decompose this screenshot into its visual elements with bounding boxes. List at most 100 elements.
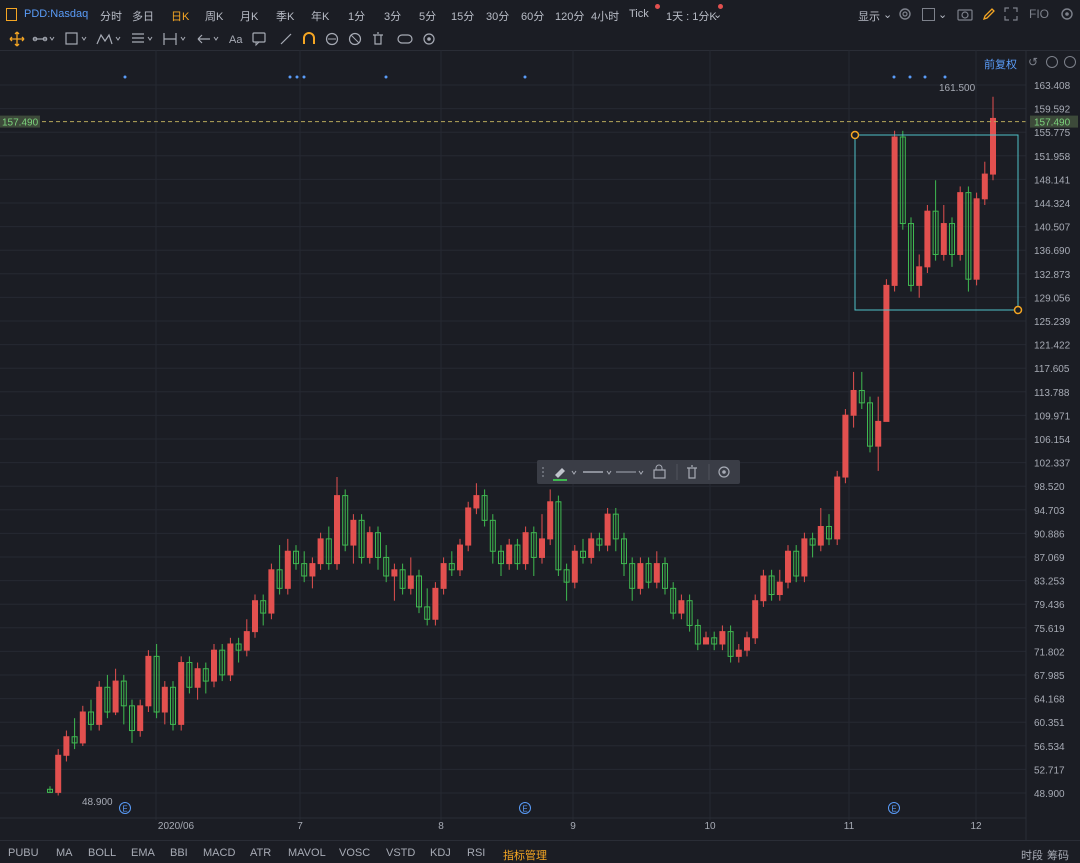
candle [506,538,513,570]
indicator-tab[interactable]: BOLL [88,847,116,859]
price-tick-label: 151.958 [1034,152,1071,163]
chevron-down-icon[interactable]: ⌄ [713,8,722,21]
lock-drawings-icon[interactable] [348,32,362,46]
reset-icon[interactable]: ↺ [1028,55,1038,69]
tab-timeframe[interactable]: 月K [240,8,258,24]
indicator-tab[interactable]: MA [56,847,73,859]
link-icon[interactable] [397,34,413,44]
hide-drawings-icon[interactable] [325,32,339,46]
candle [768,569,775,601]
candle [309,557,316,589]
drawing-settings-icon[interactable] [423,33,435,45]
tab-timeframe[interactable]: 5分 [419,8,436,24]
tab-timeframe[interactable]: 120分 [555,8,584,24]
line-style-icon[interactable] [583,470,612,475]
gear-icon[interactable] [898,7,912,24]
tab-timeframe[interactable]: 日K [171,8,189,24]
layout-icon[interactable] [6,8,17,21]
indicator-tab[interactable]: VSTD [386,847,415,859]
tab-timeframe[interactable]: 1天 : 1分K [666,8,717,24]
settings-icon[interactable] [1060,7,1074,24]
drawing-handle [1013,305,1023,315]
display-button[interactable]: 显示 [858,8,880,24]
event-dot [123,75,127,79]
candle [424,588,431,626]
zoom-out-icon[interactable] [1046,56,1058,68]
arrow-tool-icon[interactable] [197,34,219,44]
zoom-in-icon[interactable] [1064,56,1076,68]
candle [645,557,652,589]
tab-timeframe[interactable]: 周K [205,8,223,24]
candle [260,594,267,626]
chips-tab[interactable]: 筹码 [1047,847,1069,863]
text-tool-icon[interactable]: Aa [229,34,243,46]
tab-timeframe[interactable]: 分时 [100,8,122,24]
chevron-down-icon[interactable]: ⌄ [938,8,947,21]
session-tab[interactable]: 时段 [1021,847,1043,863]
price-tick-label: 159.592 [1034,105,1071,116]
tab-timeframe[interactable]: 3分 [384,8,401,24]
delete-icon[interactable] [687,465,697,479]
price-tick-label: 106.154 [1034,435,1071,446]
indicator-tab[interactable]: RSI [467,847,485,859]
chevron-down-icon[interactable]: ⌄ [883,8,892,21]
line-tool-icon[interactable] [32,36,55,42]
eraser-line-icon[interactable] [280,33,292,45]
fullscreen-icon[interactable] [1004,7,1018,24]
tab-timeframe[interactable]: 年K [311,8,329,24]
candle [899,130,906,230]
candlestick-chart[interactable]: 157.490 157.490 163.408 159.592 155.775 151.… [0,50,1080,840]
candle [932,180,939,261]
candle [571,545,578,589]
comment-tool-icon[interactable] [252,32,266,47]
indicator-tab[interactable]: PUBU [8,847,39,859]
paint-color-icon[interactable] [553,468,577,481]
candle [612,507,619,552]
event-dot [302,75,306,79]
indicator-tab[interactable]: BBI [170,847,188,859]
date-tick-label: 12 [970,821,982,832]
candle [629,557,636,601]
crosshair-move-icon[interactable] [9,31,25,47]
indicator-tab[interactable]: KDJ [430,847,451,859]
candle [981,161,988,205]
price-tick-label: 117.605 [1034,364,1070,375]
pattern-tool-icon[interactable] [96,33,121,45]
price-tick-label: 140.507 [1034,223,1071,234]
tab-timeframe[interactable]: 多日 [132,8,154,24]
rect-tool-icon[interactable] [65,32,87,45]
event-dot [943,75,947,79]
price-tick-label: 148.141 [1034,175,1071,186]
line-width-icon[interactable] [616,470,644,475]
camera-icon[interactable] [957,7,973,24]
indicator-tab[interactable]: VOSC [339,847,370,859]
indicator-tab[interactable]: MAVOL [288,847,326,859]
tab-timeframe[interactable]: 30分 [486,8,509,24]
tab-timeframe[interactable]: Tick [629,8,649,20]
indicator-tab[interactable]: 指标管理 [503,847,547,863]
candle [71,718,78,750]
drag-handle-icon[interactable] [542,467,544,477]
trash-icon[interactable] [373,32,383,45]
symbol-label[interactable]: PDD:Nasdaq [24,8,88,20]
fib-tool-icon[interactable] [132,33,153,43]
adjust-mode-button[interactable]: 前复权 [984,56,1017,72]
tab-timeframe[interactable]: 季K [276,8,294,24]
lock-icon[interactable] [653,464,666,479]
checkbox-icon[interactable] [922,8,935,21]
tab-timeframe[interactable]: 4小时 [591,8,619,24]
indicator-tab[interactable]: MACD [203,847,235,859]
tab-timeframe[interactable]: 15分 [451,8,474,24]
indicator-tab[interactable]: EMA [131,847,155,859]
tab-timeframe[interactable]: 1分 [348,8,365,24]
candle [366,526,373,564]
price-tick-label: 67.985 [1034,671,1065,682]
measure-tool-icon[interactable] [163,33,186,45]
tab-timeframe[interactable]: 60分 [521,8,544,24]
magnet-icon[interactable] [303,32,315,44]
indicator-tab[interactable]: ATR [250,847,271,859]
fio-button[interactable]: FIO [1029,7,1049,21]
candle [957,186,964,261]
settings-icon[interactable] [718,466,730,478]
pencil-icon[interactable] [982,7,996,24]
